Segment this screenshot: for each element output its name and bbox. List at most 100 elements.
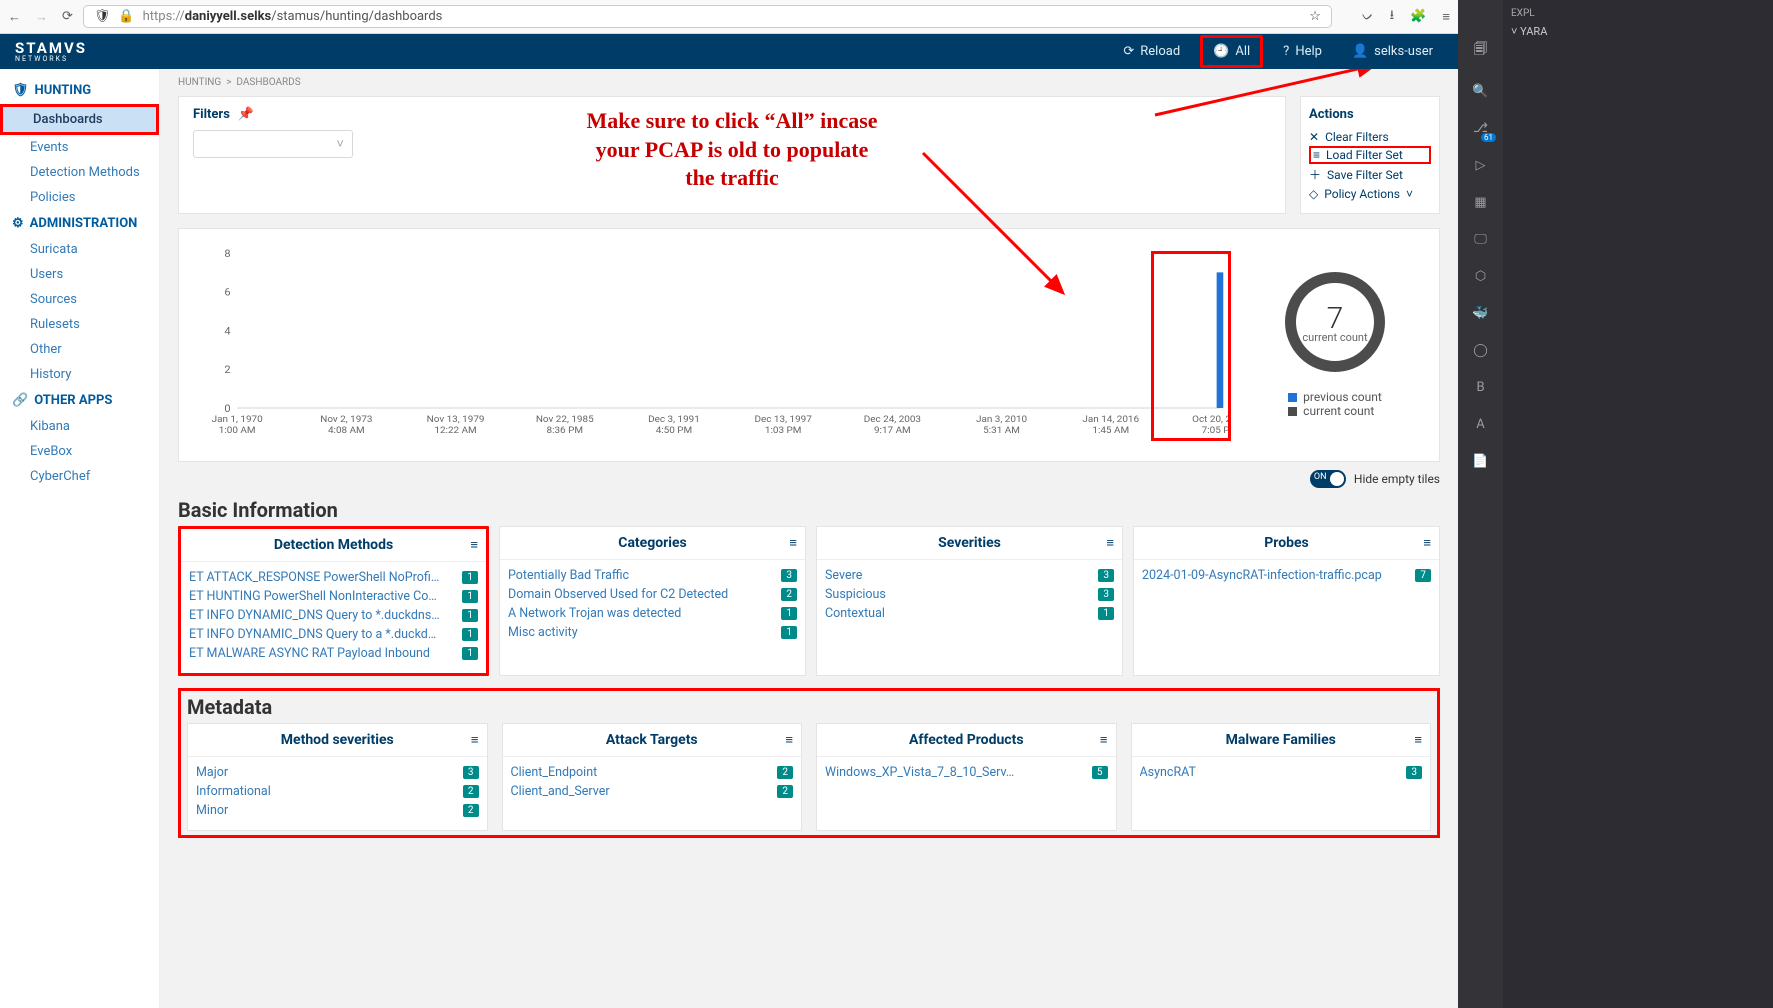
list-item[interactable]: ET INFO DYNAMIC_DNS Query to a *.duckd… <box>189 627 436 642</box>
cube-icon[interactable]: ⬡ <box>1475 269 1486 284</box>
azure-icon[interactable]: A <box>1476 417 1484 432</box>
sidebar-item-kibana[interactable]: Kibana <box>0 414 159 439</box>
card-menu-icon[interactable]: ≡ <box>1423 535 1431 551</box>
bold-icon[interactable]: B <box>1476 380 1484 395</box>
list-item[interactable]: Domain Observed Used for C2 Detected <box>508 587 728 602</box>
card-title: Categories <box>618 535 686 551</box>
svg-text:Dec 13, 1997: Dec 13, 1997 <box>754 414 811 424</box>
download-icon[interactable]: ⭳ <box>1390 6 1395 28</box>
list-item[interactable]: Client_Endpoint <box>511 765 598 780</box>
svg-text:4:08 AM: 4:08 AM <box>328 425 365 435</box>
svg-text:12:22 AM: 12:22 AM <box>434 425 476 435</box>
sidebar-item-users[interactable]: Users <box>0 262 159 287</box>
card-menu-icon[interactable]: ≡ <box>471 732 479 748</box>
save-filter-set[interactable]: ＋Save Filter Set <box>1309 164 1431 185</box>
pin-icon[interactable]: 📌 <box>238 107 254 122</box>
count-badge: 1 <box>462 571 478 584</box>
time-all-button[interactable]: 🕘All <box>1200 35 1263 68</box>
load-icon: ≡ <box>1313 148 1320 162</box>
list-item[interactable]: Suspicious <box>825 587 886 602</box>
docker-icon[interactable]: 🐳 <box>1472 306 1488 321</box>
sidebar-item-rulesets[interactable]: Rulesets <box>0 312 159 337</box>
search-side-icon[interactable]: 🔍 <box>1472 84 1488 99</box>
section-admin: ⚙ADMINISTRATION <box>0 210 159 237</box>
star-icon[interactable]: ☆ <box>1309 9 1321 24</box>
sidebar-item-cyberchef[interactable]: CyberChef <box>0 464 159 489</box>
list-item[interactable]: 2024-01-09-AsyncRAT-infection-traffic.pc… <box>1142 568 1382 583</box>
count-badge: 3 <box>1098 588 1114 601</box>
list-item[interactable]: A Network Trojan was detected <box>508 606 681 621</box>
donut-label: current count <box>1302 331 1367 344</box>
sidebar-item-other[interactable]: Other <box>0 337 159 362</box>
sidebar-item-suricata[interactable]: Suricata <box>0 237 159 262</box>
reload-icon[interactable]: ⟳ <box>62 9 73 24</box>
list-item[interactable]: Potentially Bad Traffic <box>508 568 629 583</box>
card-menu-icon[interactable]: ≡ <box>785 732 793 748</box>
list-item[interactable]: Client_and_Server <box>511 784 610 799</box>
policy-actions[interactable]: ◇Policy Actions ˅ <box>1309 185 1431 203</box>
filters-select[interactable]: ˅ <box>193 130 353 158</box>
sidebar-item-evebox[interactable]: EveBox <box>0 439 159 464</box>
list-item[interactable]: Major <box>196 765 228 780</box>
user-menu[interactable]: 👤selks-user <box>1342 38 1443 65</box>
help-button[interactable]: ?Help <box>1273 38 1332 65</box>
url-bar[interactable]: 🛡 🔒 https://daniyyell.selks/stamus/hunti… <box>83 5 1332 28</box>
card-affected-products: Affected Products≡Windows_XP_Vista_7_8_1… <box>816 723 1117 831</box>
card-menu-icon[interactable]: ≡ <box>789 535 797 551</box>
gear-icon: ⚙ <box>12 216 24 231</box>
list-item[interactable]: Informational <box>196 784 271 799</box>
sidebar-item-events[interactable]: Events <box>0 135 159 160</box>
card-menu-icon[interactable]: ≡ <box>1106 535 1114 551</box>
branch-icon[interactable]: ⎇61 <box>1473 121 1488 136</box>
sidebar: 🛡HUNTING Dashboards Events Detection Met… <box>0 69 160 1008</box>
count-badge: 1 <box>781 607 797 620</box>
card-menu-icon[interactable]: ≡ <box>1100 732 1108 748</box>
list-item[interactable]: Severe <box>825 568 862 583</box>
hide-empty-toggle[interactable]: ON <box>1310 470 1346 488</box>
svg-text:Jan 14, 2016: Jan 14, 2016 <box>1082 414 1139 424</box>
card-malware-families: Malware Families≡AsyncRAT3 <box>1131 723 1432 831</box>
extensions-icon[interactable]: 🧩 <box>1410 9 1426 24</box>
list-item[interactable]: Misc activity <box>508 625 578 640</box>
filters-panel: Filters 📌 ˅ Make sure to click “All” inc… <box>178 96 1286 214</box>
reload-button[interactable]: ⟳Reload <box>1113 38 1190 65</box>
list-item[interactable]: ET HUNTING PowerShell NonInteractive Co… <box>189 589 437 604</box>
yara-label[interactable]: ˅ YARA <box>1511 25 1765 38</box>
list-item[interactable]: ET ATTACK_RESPONSE PowerShell NoProfi… <box>189 570 439 585</box>
github-icon[interactable]: ◯ <box>1473 343 1488 358</box>
card-menu-icon[interactable]: ≡ <box>470 537 478 553</box>
back-icon[interactable]: ← <box>8 9 21 25</box>
sidebar-item-detection[interactable]: Detection Methods <box>0 160 159 185</box>
run-icon[interactable]: ▷ <box>1476 158 1486 173</box>
card-menu-icon[interactable]: ≡ <box>1414 732 1422 748</box>
sidebar-item-sources[interactable]: Sources <box>0 287 159 312</box>
pocket-icon[interactable]: ᨆ <box>1362 9 1374 24</box>
actions-panel: Actions ✕Clear Filters ≡Load Filter Set … <box>1300 96 1440 214</box>
card-severities: Severities≡Severe3Suspicious3Contextual1 <box>816 526 1123 676</box>
note-icon[interactable]: 📄 <box>1472 454 1488 469</box>
count-badge: 1 <box>1098 607 1114 620</box>
ext-grid-icon[interactable]: ▦ <box>1474 195 1486 210</box>
list-item[interactable]: ET INFO DYNAMIC_DNS Query to *.duckdns… <box>189 608 440 623</box>
card-attack-targets: Attack Targets≡Client_Endpoint2Client_an… <box>502 723 803 831</box>
clear-filters[interactable]: ✕Clear Filters <box>1309 128 1431 146</box>
sidebar-item-history[interactable]: History <box>0 362 159 387</box>
files-icon[interactable]: 🗐 <box>1474 40 1487 62</box>
forward-icon[interactable]: → <box>35 9 48 25</box>
sidebar-item-policies[interactable]: Policies <box>0 185 159 210</box>
close-icon: ✕ <box>1309 130 1319 144</box>
chart-panel: 02468Jan 1, 19701:00 AMNov 2, 19734:08 A… <box>178 228 1440 462</box>
list-item[interactable]: Minor <box>196 803 228 818</box>
top-nav: STAMVS NETWORKS ⟳Reload 🕘All ?Help 👤selk… <box>0 34 1458 69</box>
highlight-box-bar <box>1151 251 1231 441</box>
load-filter-set[interactable]: ≡Load Filter Set <box>1309 146 1431 164</box>
list-item[interactable]: ET MALWARE ASYNC RAT Payload Inbound <box>189 646 430 661</box>
card-title: Severities <box>938 535 1001 551</box>
list-item[interactable]: Windows_XP_Vista_7_8_10_Serv… <box>825 765 1014 780</box>
remote-icon[interactable]: 🖵 <box>1474 232 1487 247</box>
list-item[interactable]: Contextual <box>825 606 885 621</box>
card-title: Malware Families <box>1226 732 1336 748</box>
sidebar-item-dashboards[interactable]: Dashboards <box>0 104 159 135</box>
list-item[interactable]: AsyncRAT <box>1140 765 1197 780</box>
menu-icon[interactable]: ≡ <box>1442 9 1450 25</box>
